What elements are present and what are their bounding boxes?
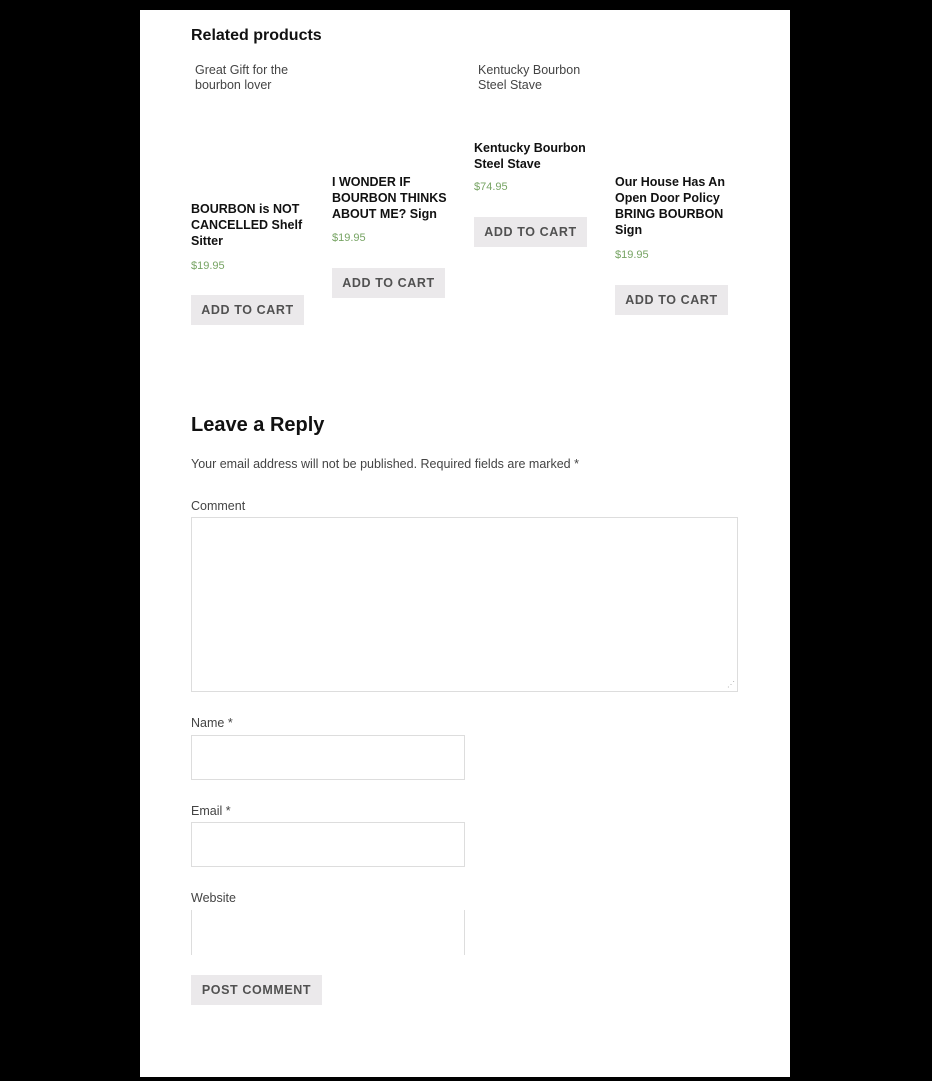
product-price: $74.95 [474,181,508,193]
product-image-alt[interactable]: Great Gift for the bourbon lover [195,63,315,93]
email-input[interactable] [191,822,465,867]
add-to-cart-button[interactable]: ADD TO CART [191,295,304,325]
product-price: $19.95 [332,232,366,244]
product-title-link[interactable]: Our House Has An Open Door Policy BRING … [615,174,740,238]
product-price: $19.95 [191,260,225,272]
content-page: Related products Great Gift for the bour… [140,10,790,1077]
comment-label: Comment [191,499,246,513]
related-products-heading: Related products [191,27,322,44]
name-label: Name * [191,716,233,730]
website-label: Website [191,891,236,905]
product-title-link[interactable]: BOURBON is NOT CANCELLED Shelf Sitter [191,201,316,249]
product-title-link[interactable]: Kentucky Bourbon Steel Stave [474,140,599,172]
website-input[interactable] [191,910,465,955]
product-price: $19.95 [615,249,649,261]
comment-notes: Your email address will not be published… [191,457,579,471]
post-comment-button[interactable]: POST COMMENT [191,975,322,1005]
add-to-cart-button[interactable]: ADD TO CART [474,217,587,247]
add-to-cart-button[interactable]: ADD TO CART [615,285,728,315]
product-image-alt[interactable]: Kentucky Bourbon Steel Stave [478,63,598,93]
comment-field-wrapper: ⋰ [191,517,738,692]
resize-grip-icon[interactable]: ⋰ [727,681,735,689]
leave-reply-heading: Leave a Reply [191,414,325,436]
name-input[interactable] [191,735,465,780]
email-label: Email * [191,804,231,818]
product-title-link[interactable]: I WONDER IF BOURBON THINKS ABOUT ME? Sig… [332,174,457,222]
website-field-wrapper [191,910,465,955]
add-to-cart-button[interactable]: ADD TO CART [332,268,445,298]
comment-textarea[interactable] [191,517,738,692]
